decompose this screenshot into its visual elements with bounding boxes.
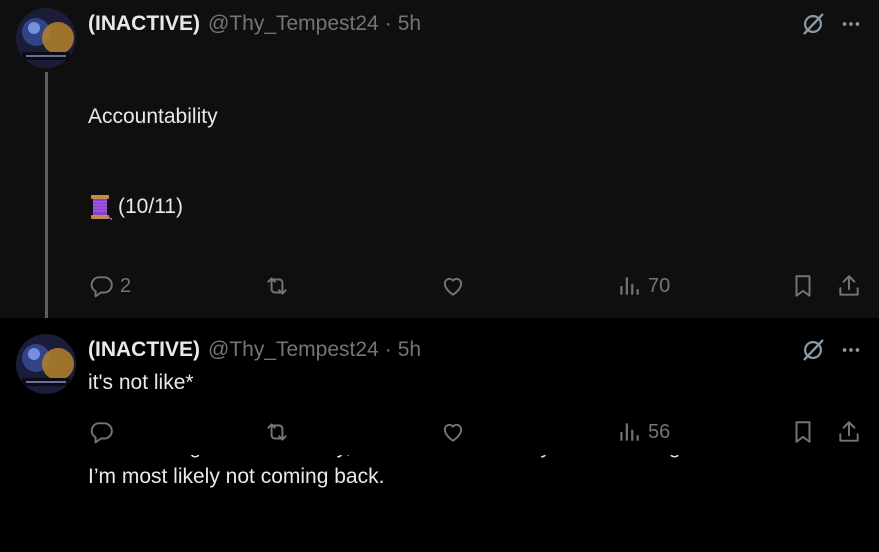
more-icon[interactable] [837, 336, 865, 364]
post-action-bar: 2 70 [88, 272, 868, 300]
avatar[interactable] [16, 8, 76, 68]
post-header-actions [799, 336, 865, 364]
avatar-image [16, 8, 76, 68]
post-header-actions [799, 10, 865, 38]
timestamp[interactable]: 5h [398, 338, 421, 362]
bookmark-button[interactable] [790, 418, 816, 446]
grok-icon[interactable] [799, 336, 827, 364]
reply-button[interactable] [88, 418, 120, 446]
share-icon [839, 275, 859, 296]
views-count: 56 [648, 420, 671, 443]
separator-dot: · [384, 338, 392, 361]
user-handle[interactable]: @Thy_Tempest24 [208, 12, 379, 36]
spool-emoji [91, 195, 112, 220]
bookmark-icon [795, 421, 811, 443]
views-button[interactable]: 56 [616, 418, 670, 446]
timestamp[interactable]: 5h [398, 12, 421, 36]
reply-button[interactable]: 2 [88, 272, 131, 300]
thread-connector-line [45, 72, 48, 328]
share-button[interactable] [836, 272, 862, 300]
thread-counter: (10/11) [88, 192, 868, 222]
like-button[interactable] [440, 418, 472, 446]
views-icon [620, 277, 639, 295]
share-button[interactable] [836, 418, 862, 446]
avatar-image [16, 334, 76, 394]
share-icon [839, 421, 859, 442]
repost-button[interactable] [264, 418, 296, 446]
bookmark-icon [795, 275, 811, 297]
like-icon [443, 277, 463, 296]
bookmark-button[interactable] [790, 272, 816, 300]
display-name[interactable]: (INACTIVE) [88, 12, 200, 36]
repost-button[interactable] [264, 272, 296, 300]
post-text-line-1: Accountability [88, 105, 218, 128]
post-header: (INACTIVE) @Thy_Tempest24 · 5h [88, 10, 421, 38]
post-header: (INACTIVE) @Thy_Tempest24 · 5h [88, 336, 421, 364]
separator-dot: · [384, 12, 392, 35]
post-text: it's not like* [88, 371, 194, 394]
like-icon [443, 423, 463, 442]
views-icon [620, 423, 639, 441]
post-2[interactable]: (INACTIVE) @Thy_Tempest24 · 5h it's not … [0, 318, 879, 455]
reply-icon [90, 276, 113, 298]
display-name[interactable]: (INACTIVE) [88, 338, 200, 362]
avatar[interactable] [16, 334, 76, 394]
like-button[interactable] [440, 272, 472, 300]
reply-icon [90, 422, 113, 444]
post-1[interactable]: (INACTIVE) @Thy_Tempest24 · 5h Accountab… [0, 0, 879, 488]
views-button[interactable]: 70 [616, 272, 670, 300]
post-action-bar: 56 [88, 418, 868, 446]
more-icon[interactable] [837, 10, 865, 38]
thread-counter-text: (10/11) [118, 195, 183, 218]
repost-icon [267, 423, 287, 441]
repost-icon [267, 277, 287, 295]
user-handle[interactable]: @Thy_Tempest24 [208, 338, 379, 362]
grok-icon[interactable] [799, 10, 827, 38]
reply-count: 2 [120, 274, 132, 297]
views-count: 70 [648, 274, 671, 297]
